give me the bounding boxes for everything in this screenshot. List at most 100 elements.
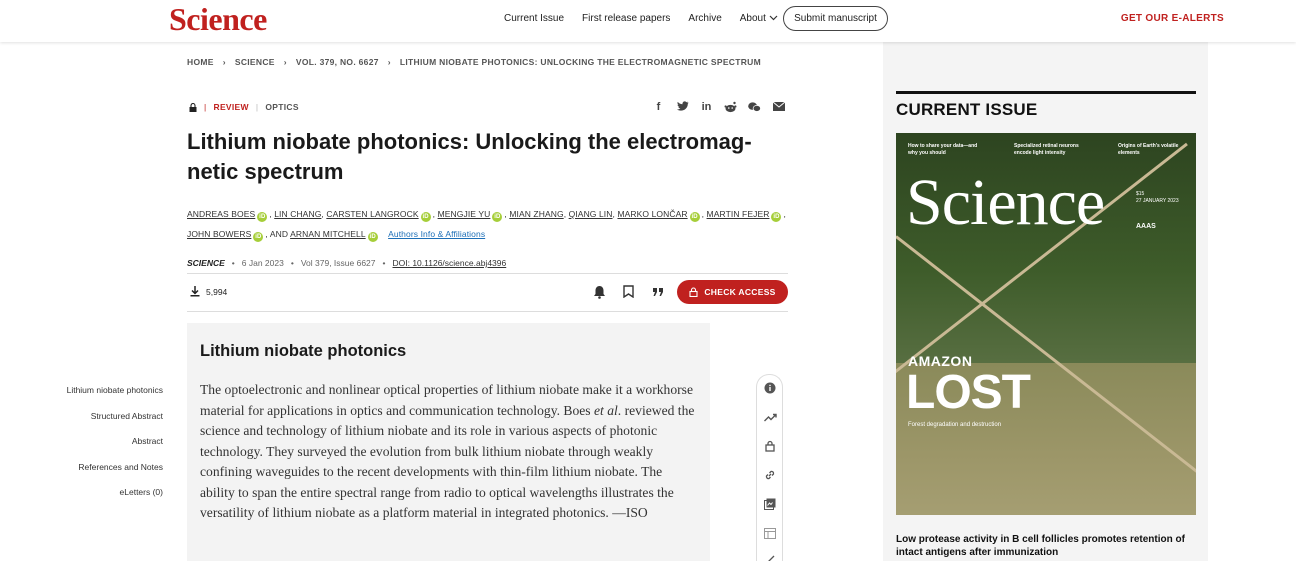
check-access-button[interactable]: CHECK ACCESS — [677, 280, 788, 304]
orcid-icon[interactable]: iD — [689, 212, 700, 222]
article-page: Science Current Issue First release pape… — [0, 0, 1296, 561]
article-type[interactable]: REVIEW — [214, 102, 249, 112]
summary-text: The optoelectronic and nonlinear optical… — [200, 380, 698, 524]
wechat-icon[interactable] — [748, 100, 761, 113]
author-and: , AND — [265, 229, 289, 239]
journal-name: SCIENCE — [187, 258, 225, 268]
access-lock-icon[interactable] — [763, 439, 777, 453]
toc-item[interactable]: Abstract — [67, 435, 163, 461]
figures-gallery-icon[interactable] — [763, 497, 777, 511]
orcid-icon[interactable]: iD — [367, 232, 378, 242]
share-icon[interactable] — [763, 553, 777, 561]
author-link[interactable]: JOHN BOWERS — [187, 229, 251, 239]
email-icon[interactable] — [772, 100, 785, 113]
pub-date: 6 Jan 2023 — [241, 258, 284, 268]
pubinfo-sep: • — [382, 258, 386, 268]
meta-divider: | — [204, 102, 207, 112]
breadcrumb-home[interactable]: HOME — [187, 57, 214, 67]
table-of-contents: Lithium niobate photonics Structured Abs… — [67, 384, 163, 512]
reddit-icon[interactable] — [724, 100, 737, 113]
cover-issue-info: $15 27 JANUARY 2023 — [1136, 191, 1179, 205]
breadcrumb-volume[interactable]: VOL. 379, NO. 6627 — [296, 57, 379, 67]
orcid-icon[interactable]: iD — [492, 212, 503, 222]
toc-item[interactable]: Structured Abstract — [67, 410, 163, 436]
divider — [187, 311, 788, 312]
volume-issue[interactable]: Vol 379, Issue 6627 — [301, 258, 376, 268]
breadcrumb: HOME › SCIENCE › VOL. 379, NO. 6627 › LI… — [187, 57, 761, 67]
author-link[interactable]: LIN CHANG — [274, 209, 321, 219]
toc-item[interactable]: Lithium niobate photonics — [67, 384, 163, 410]
authors-affiliations-link[interactable]: Authors Info & Affiliations — [388, 229, 485, 239]
article-tools-rail — [756, 374, 783, 561]
summary-text-em: et al — [594, 402, 618, 418]
publication-info: SCIENCE • 6 Jan 2023 • Vol 379, Issue 66… — [187, 258, 506, 268]
cover-price: $15 — [1136, 191, 1145, 197]
nav-current-issue[interactable]: Current Issue — [504, 13, 564, 24]
cover-teaser: Specialized retinal neurons encode light… — [1014, 143, 1079, 156]
linkedin-icon[interactable]: in — [700, 100, 713, 113]
info-icon[interactable] — [763, 381, 777, 395]
get-ealerts-link[interactable]: GET OUR E-ALERTS — [1121, 13, 1224, 24]
toc-item[interactable]: References and Notes — [67, 461, 163, 487]
author-link[interactable]: QIANG LIN — [569, 209, 613, 219]
orcid-icon[interactable]: iD — [420, 212, 431, 222]
cover-headline: LOST — [906, 366, 1031, 419]
author-link[interactable]: MARTIN FEJER — [707, 209, 770, 219]
download-count: 5,994 — [190, 286, 227, 297]
author-link[interactable]: CARSTEN LANGROCK — [326, 209, 418, 219]
article-category[interactable]: OPTICS — [265, 102, 298, 112]
cite-quote-icon[interactable] — [650, 284, 665, 299]
download-icon — [190, 286, 200, 297]
current-issue-cover[interactable]: How to share your data—and why you shoul… — [896, 133, 1196, 515]
summary-heading: Lithium niobate photonics — [200, 342, 407, 360]
nav-about-label: About — [739, 12, 766, 24]
sidebar-rule — [896, 91, 1196, 94]
cover-publisher: AAAS — [1136, 223, 1156, 230]
author-link[interactable]: MARKO LONČAR — [617, 209, 687, 219]
bookmark-icon[interactable] — [621, 284, 636, 299]
tables-icon[interactable] — [763, 526, 777, 540]
download-count-value: 5,994 — [206, 286, 228, 297]
author-link[interactable]: MIAN ZHANG — [509, 209, 563, 219]
current-issue-heading: CURRENT ISSUE — [896, 100, 1038, 119]
cover-teaser: Origins of Earth's volatile elements — [1118, 143, 1179, 156]
orcid-icon[interactable]: iD — [771, 212, 782, 222]
nav-about[interactable]: About — [740, 13, 778, 24]
main-nav: Current Issue First release papers Archi… — [504, 0, 778, 36]
twitter-icon[interactable] — [676, 100, 689, 113]
cover-issue-date: 27 JANUARY 2023 — [1136, 198, 1179, 204]
submit-manuscript-button[interactable]: Submit manuscript — [783, 6, 888, 31]
science-logo[interactable]: Science — [169, 2, 267, 36]
doi-link[interactable]: DOI: 10.1126/science.abj4396 — [393, 258, 507, 268]
breadcrumb-sep: › — [283, 57, 287, 67]
link-icon[interactable] — [763, 468, 777, 482]
pubinfo-sep: • — [290, 258, 294, 268]
author-list: ANDREAS BOES iD, LIN CHANG, CARSTEN LANGR… — [187, 209, 786, 242]
cover-masthead: Science — [906, 166, 1105, 239]
orcid-icon[interactable]: iD — [257, 212, 268, 222]
breadcrumb-sep: › — [387, 57, 391, 67]
current-issue-article-link[interactable]: Low protease activity in B cell follicle… — [896, 533, 1196, 559]
toc-item[interactable]: eLetters (0) — [67, 486, 163, 512]
author-link[interactable]: ARNAN MITCHELL — [290, 229, 366, 239]
breadcrumb-science[interactable]: SCIENCE — [235, 57, 275, 67]
author-link[interactable]: ANDREAS BOES — [187, 209, 255, 219]
orcid-icon[interactable]: iD — [253, 232, 264, 242]
cover-subhead: Forest degradation and destruction — [908, 422, 1002, 428]
lock-icon — [689, 287, 698, 297]
check-access-label: CHECK ACCESS — [704, 287, 776, 297]
lock-icon — [189, 102, 197, 112]
site-header: Science Current Issue First release pape… — [0, 0, 1296, 42]
pubinfo-sep: • — [231, 258, 235, 268]
bell-alert-icon[interactable] — [592, 284, 607, 299]
cover-teaser: How to share your data—and why you shoul… — [908, 143, 978, 156]
article-title: Lithium niobate photonics: Unlocking the… — [187, 129, 752, 184]
nav-archive[interactable]: Archive — [688, 13, 721, 24]
meta-divider: | — [255, 102, 259, 112]
facebook-icon[interactable]: f — [652, 100, 665, 113]
nav-first-release[interactable]: First release papers — [582, 13, 670, 24]
article-meta-row: | REVIEW | OPTICS — [189, 102, 299, 112]
author-link[interactable]: MENGJIE YU — [438, 209, 491, 219]
breadcrumb-current: LITHIUM NIOBATE PHOTONICS: UNLOCKING THE… — [399, 57, 761, 67]
metrics-trend-icon[interactable] — [763, 410, 777, 424]
